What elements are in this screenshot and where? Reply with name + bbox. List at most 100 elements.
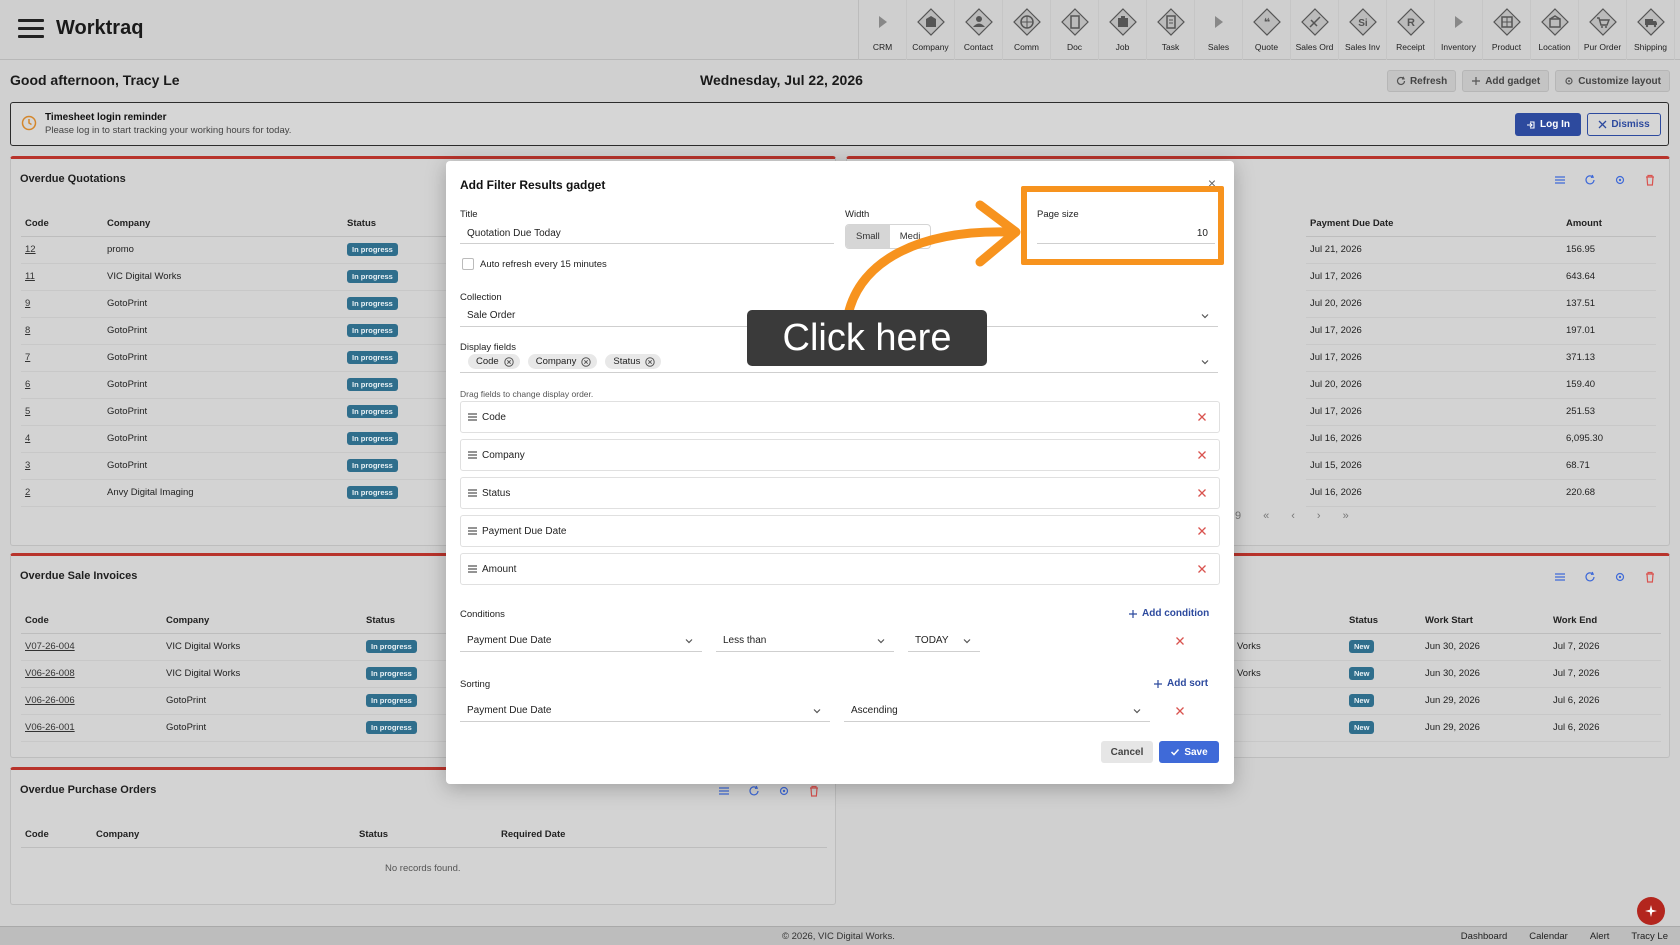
nav-doc[interactable]: Doc [1051,0,1099,60]
add-sort-button[interactable]: Add sort [1153,678,1208,689]
customize-layout-button[interactable]: Customize layout [1555,70,1670,92]
width-option-small[interactable]: Small [846,225,890,248]
field-row-payment-due-date[interactable]: Payment Due Date [460,515,1220,547]
condition-field-select[interactable]: Payment Due Date [460,630,702,652]
page-size-input[interactable] [1037,224,1215,244]
width-option-medium[interactable]: Medi [890,225,931,248]
add-condition-button[interactable]: Add condition [1128,608,1209,619]
receipt-icon: R [1395,6,1427,38]
sparkle-icon [1645,905,1657,917]
nav-contact[interactable]: Contact [955,0,1003,60]
field-row-status[interactable]: Status [460,477,1220,509]
record-link[interactable]: 7 [25,352,30,363]
footer-link-dashboard[interactable]: Dashboard [1461,931,1507,942]
first-page-button[interactable]: « [1263,510,1269,522]
gear-icon[interactable] [1614,174,1626,186]
drag-handle-icon[interactable] [467,488,478,498]
refresh-button[interactable]: Refresh [1386,70,1457,92]
last-page-button[interactable]: » [1343,510,1349,522]
nav-sales-invoice[interactable]: Si Sales Inv [1339,0,1387,60]
record-link[interactable]: V06-26-008 [25,668,75,679]
record-link[interactable]: V06-26-001 [25,722,75,733]
remove-field-icon[interactable] [1197,412,1207,422]
close-icon [1598,120,1607,129]
nav-purchase-order[interactable]: Pur Order [1579,0,1627,60]
cancel-button[interactable]: Cancel [1101,741,1153,763]
drag-handle-icon[interactable] [467,564,478,574]
nav-quote[interactable]: ❝ Quote [1243,0,1291,60]
footer-link-calendar[interactable]: Calendar [1529,931,1568,942]
gear-icon[interactable] [778,785,790,797]
save-button[interactable]: Save [1159,741,1219,763]
auto-refresh-checkbox[interactable] [462,258,474,270]
footer-link-alert[interactable]: Alert [1590,931,1610,942]
nav-location[interactable]: Location [1531,0,1579,60]
sort-field-select[interactable]: Payment Due Date [460,700,830,722]
drag-handle-icon[interactable] [467,526,478,536]
remove-field-icon[interactable] [1197,526,1207,536]
list-icon[interactable] [1554,174,1566,186]
refresh-icon[interactable] [748,785,760,797]
remove-chip-icon[interactable] [504,356,514,367]
gear-icon[interactable] [1614,571,1626,583]
nav-task[interactable]: Task [1147,0,1195,60]
record-link[interactable]: 12 [25,244,36,255]
nav-sales-order[interactable]: Sales Ord [1291,0,1339,60]
next-page-button[interactable]: › [1317,510,1321,522]
record-link[interactable]: V06-26-006 [25,695,75,706]
footer-link-user[interactable]: Tracy Le [1631,931,1668,942]
drag-handle-icon[interactable] [467,412,478,422]
nav-crm[interactable]: CRM [859,0,907,60]
list-icon[interactable] [718,785,730,797]
title-input[interactable] [460,224,834,244]
record-link[interactable]: 5 [25,406,30,417]
trash-icon[interactable] [1644,174,1656,186]
table-row: New Jun 29, 2026 Jul 6, 2026 [1233,714,1661,742]
remove-field-icon[interactable] [1197,450,1207,460]
nav-sales[interactable]: Sales [1195,0,1243,60]
trash-icon[interactable] [808,785,820,797]
menu-icon[interactable] [18,19,44,39]
nav-comm[interactable]: Comm [1003,0,1051,60]
field-row-amount[interactable]: Amount [460,553,1220,585]
record-link[interactable]: 6 [25,379,30,390]
remove-field-icon[interactable] [1197,564,1207,574]
record-link[interactable]: 4 [25,433,30,444]
add-gadget-button[interactable]: Add gadget [1462,70,1550,92]
remove-condition-icon[interactable] [1175,636,1185,646]
drag-handle-icon[interactable] [467,450,478,460]
remove-chip-icon[interactable] [645,356,656,367]
remove-field-icon[interactable] [1197,488,1207,498]
condition-operator-select[interactable]: Less than [716,630,894,652]
field-row-code[interactable]: Code [460,401,1220,433]
reminder-title: Timesheet login reminder [45,112,167,123]
nav-job[interactable]: Job [1099,0,1147,60]
nav-shipping[interactable]: Shipping [1627,0,1675,60]
record-link[interactable]: 11 [25,271,35,282]
nav-inventory[interactable]: Inventory [1435,0,1483,60]
field-row-company[interactable]: Company [460,439,1220,471]
condition-value-select[interactable]: TODAY [908,630,980,652]
assistant-button[interactable] [1637,897,1665,925]
list-icon[interactable] [1554,571,1566,583]
page-number[interactable]: 9 [1235,510,1241,522]
record-link[interactable]: 3 [25,460,30,471]
record-link[interactable]: V07-26-004 [25,641,75,652]
refresh-icon[interactable] [1584,571,1596,583]
remove-sort-icon[interactable] [1175,706,1185,716]
chevron-down-icon [1201,314,1209,319]
nav-company[interactable]: Company [907,0,955,60]
dismiss-button[interactable]: Dismiss [1587,113,1661,136]
trash-icon[interactable] [1644,571,1656,583]
close-icon[interactable]: × [1208,175,1216,191]
nav-product[interactable]: Product [1483,0,1531,60]
remove-chip-icon[interactable] [581,356,592,367]
nav-receipt[interactable]: R Receipt [1387,0,1435,60]
record-link[interactable]: 2 [25,487,30,498]
record-link[interactable]: 8 [25,325,30,336]
login-button[interactable]: Log In [1515,113,1581,136]
refresh-icon[interactable] [1584,174,1596,186]
sort-direction-select[interactable]: Ascending [844,700,1150,722]
record-link[interactable]: 9 [25,298,30,309]
prev-page-button[interactable]: ‹ [1291,510,1295,522]
